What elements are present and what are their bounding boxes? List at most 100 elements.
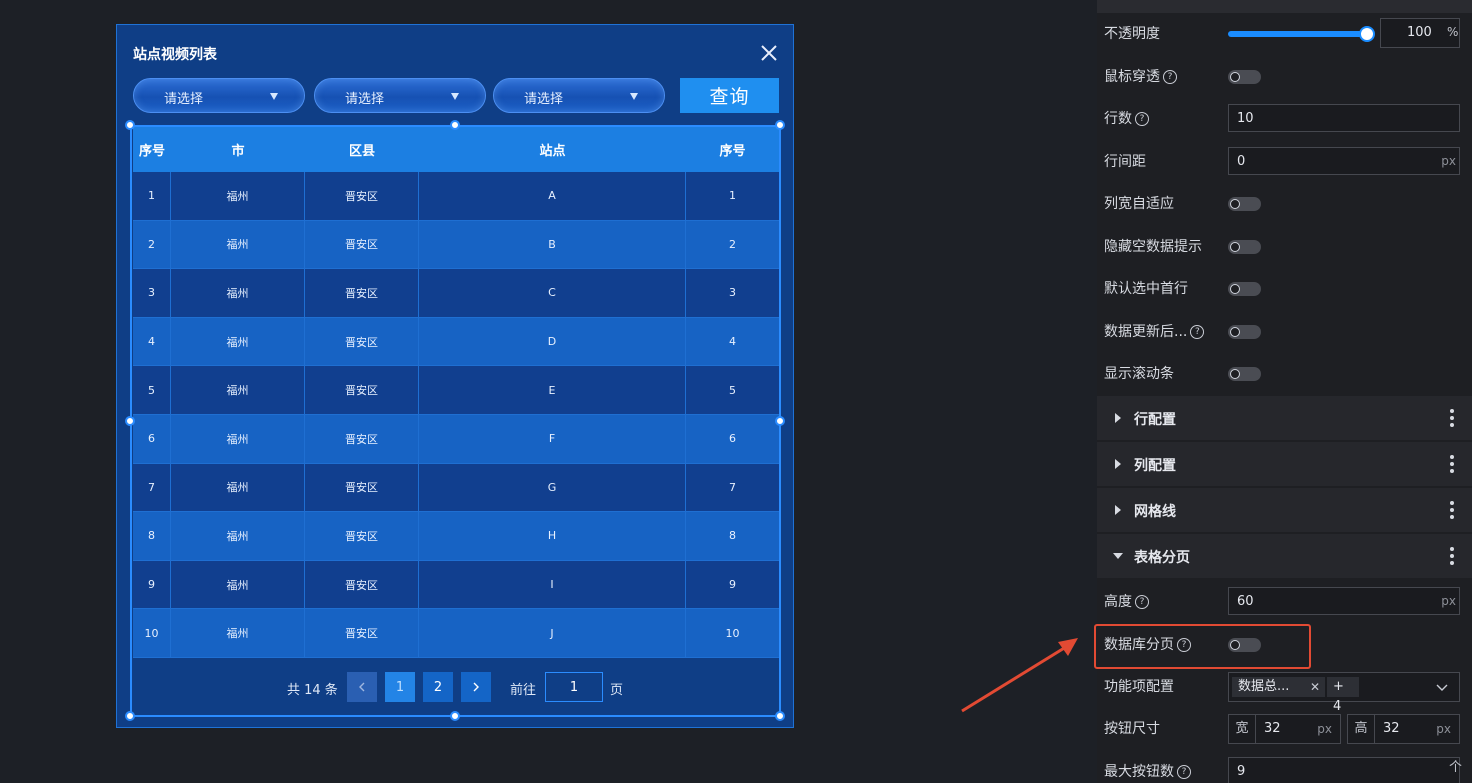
cell-city: 福州 bbox=[171, 414, 305, 463]
button-height-input[interactable]: 高 32 px bbox=[1347, 714, 1460, 744]
opacity-input[interactable]: 100 % bbox=[1380, 18, 1460, 48]
default-select-first-label: 默认选中首行 bbox=[1104, 281, 1188, 297]
help-icon[interactable]: ? bbox=[1163, 70, 1177, 84]
page-2-button[interactable]: 2 bbox=[423, 672, 453, 702]
resize-handle-left[interactable] bbox=[125, 416, 135, 426]
opacity-slider[interactable] bbox=[1228, 31, 1366, 37]
more-vertical-icon[interactable] bbox=[1450, 501, 1454, 519]
opacity-unit: % bbox=[1447, 25, 1459, 39]
help-icon[interactable]: ? bbox=[1190, 325, 1205, 339]
goto-page-input[interactable] bbox=[545, 672, 603, 702]
close-icon[interactable] bbox=[757, 41, 781, 65]
resize-handle-tr[interactable] bbox=[775, 120, 785, 130]
pager-total: 共 14 条 bbox=[287, 683, 338, 698]
city-select[interactable]: 请选择 bbox=[133, 78, 305, 113]
show-scrollbar-toggle[interactable] bbox=[1228, 367, 1261, 381]
query-button[interactable]: 查询 bbox=[680, 78, 779, 113]
table-row[interactable]: 3 福州 晋安区 C 3 bbox=[133, 269, 779, 318]
section-row-config[interactable]: 行配置 bbox=[1097, 396, 1472, 440]
row-spacing-label: 行间距 bbox=[1104, 154, 1146, 170]
section-col-config[interactable]: 列配置 bbox=[1097, 442, 1472, 486]
cell-index-2: 4 bbox=[729, 335, 736, 349]
table-row[interactable]: 5 福州 晋安区 E 5 bbox=[133, 366, 779, 415]
feature-tag-label: 数据总... bbox=[1238, 679, 1290, 694]
more-vertical-icon[interactable] bbox=[1450, 547, 1454, 565]
resize-handle-bottom[interactable] bbox=[450, 711, 460, 721]
next-page-button[interactable] bbox=[461, 672, 491, 702]
resize-handle-top[interactable] bbox=[450, 120, 460, 130]
cell-index-2: 6 bbox=[729, 432, 736, 446]
city-select-label: 请选择 bbox=[164, 92, 204, 107]
height-unit: px bbox=[1441, 594, 1456, 608]
resize-handle-tl[interactable] bbox=[125, 120, 135, 130]
district-select-label: 请选择 bbox=[345, 92, 385, 107]
prev-page-button[interactable] bbox=[347, 672, 377, 702]
opacity-row: 不透明度 100 % bbox=[1097, 12, 1472, 54]
cell-station: C bbox=[419, 269, 686, 317]
default-select-first-toggle[interactable] bbox=[1228, 282, 1261, 296]
after-data-update-toggle[interactable] bbox=[1228, 325, 1261, 339]
table-row[interactable]: 10 福州 晋安区 J 10 bbox=[133, 609, 779, 658]
more-vertical-icon[interactable] bbox=[1450, 455, 1454, 473]
opacity-slider-thumb[interactable] bbox=[1359, 26, 1375, 42]
rows-count-row: 行数? bbox=[1097, 97, 1472, 139]
table-row[interactable]: 1 福州 晋安区 A 1 bbox=[133, 172, 779, 221]
section-label: 网格线 bbox=[1134, 504, 1176, 520]
cell-district: 晋安区 bbox=[305, 269, 419, 317]
station-select[interactable]: 请选择 bbox=[493, 78, 665, 113]
district-select[interactable]: 请选择 bbox=[314, 78, 486, 113]
close-icon[interactable]: ✕ bbox=[1310, 677, 1320, 697]
height-label: 高度 bbox=[1104, 594, 1132, 610]
max-buttons-input[interactable] bbox=[1228, 757, 1460, 783]
section-table-pagination[interactable]: 表格分页 bbox=[1097, 534, 1472, 578]
header-city: 市 bbox=[231, 144, 245, 159]
caret-right-icon bbox=[1115, 505, 1121, 515]
section-label: 行配置 bbox=[1134, 412, 1176, 428]
cell-index: 5 bbox=[133, 366, 171, 414]
row-spacing-input[interactable] bbox=[1228, 147, 1460, 175]
table-row[interactable]: 2 福州 晋安区 B 2 bbox=[133, 220, 779, 270]
caret-down-icon bbox=[630, 93, 638, 100]
table-row[interactable]: 8 福州 晋安区 H 8 bbox=[133, 512, 779, 561]
cell-station: A bbox=[419, 172, 686, 220]
more-vertical-icon[interactable] bbox=[1450, 409, 1454, 427]
cell-index: 6 bbox=[133, 414, 171, 463]
page-1-button[interactable]: 1 bbox=[385, 672, 415, 702]
help-icon[interactable]: ? bbox=[1135, 112, 1149, 126]
cell-index-2: 7 bbox=[729, 480, 736, 494]
resize-handle-br[interactable] bbox=[775, 711, 785, 721]
stepper-label[interactable]: 个 bbox=[1449, 756, 1462, 775]
section-label: 列配置 bbox=[1134, 458, 1176, 474]
db-pagination-toggle[interactable] bbox=[1228, 638, 1261, 652]
cell-index-2: 9 bbox=[729, 578, 736, 592]
chevron-left-icon bbox=[359, 682, 365, 692]
opacity-label: 不透明度 bbox=[1104, 26, 1160, 42]
help-icon[interactable]: ? bbox=[1177, 765, 1191, 779]
table-row[interactable]: 4 福州 晋安区 D 4 bbox=[133, 317, 779, 367]
header-district: 区县 bbox=[348, 144, 375, 159]
after-data-update-label: 数据更新后... bbox=[1104, 324, 1188, 340]
help-icon[interactable]: ? bbox=[1135, 595, 1149, 609]
resize-handle-right[interactable] bbox=[775, 416, 785, 426]
cell-city: 福州 bbox=[171, 512, 305, 560]
height-unit: px bbox=[1436, 722, 1451, 736]
table-row[interactable]: 6 福州 晋安区 F 6 bbox=[133, 414, 779, 464]
help-icon[interactable]: ? bbox=[1177, 638, 1191, 652]
rows-count-input[interactable] bbox=[1228, 104, 1460, 132]
cell-city: 福州 bbox=[171, 560, 305, 609]
col-autofit-toggle[interactable] bbox=[1228, 197, 1261, 211]
max-buttons-label: 最大按钮数 bbox=[1104, 764, 1174, 780]
cell-city: 福州 bbox=[171, 317, 305, 366]
mouse-through-toggle[interactable] bbox=[1228, 70, 1261, 84]
features-multiselect[interactable]: 数据总... ✕ + 4 bbox=[1228, 672, 1460, 714]
station-table: 序号 市 区县 站点 序号 1 福州 晋安区 A 1 2 福州 晋安区 B 2 3 福州 晋安区 C 3 4 福… bbox=[133, 127, 779, 658]
height-input[interactable] bbox=[1228, 587, 1460, 615]
row-spacing-row: 行间距 px bbox=[1097, 140, 1472, 182]
table-row[interactable]: 7 福州 晋安区 G 7 bbox=[133, 463, 779, 513]
cell-index: 7 bbox=[133, 463, 171, 512]
section-gridlines[interactable]: 网格线 bbox=[1097, 488, 1472, 532]
table-row[interactable]: 9 福州 晋安区 I 9 bbox=[133, 560, 779, 610]
resize-handle-bl[interactable] bbox=[125, 711, 135, 721]
hide-empty-tip-toggle[interactable] bbox=[1228, 240, 1261, 254]
button-width-input[interactable]: 宽 32 px bbox=[1228, 714, 1341, 744]
